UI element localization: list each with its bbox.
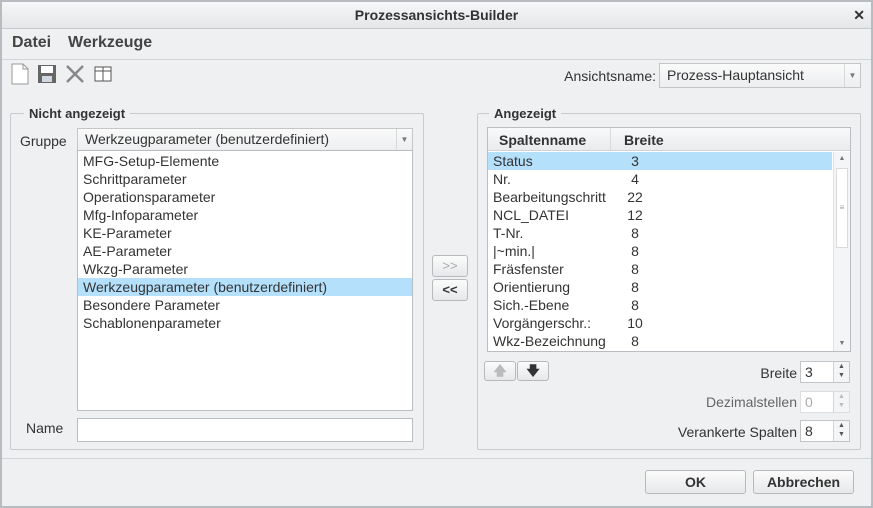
view-name-value: Prozess-Hauptansicht [667,67,804,83]
table-row[interactable]: Sich.-Ebene 8 [488,296,832,314]
spinner-arrows-icon: ▲ ▼ [833,392,849,412]
group-value: Werkzeugparameter (benutzerdefiniert) [85,131,330,147]
column-name: Nr. [493,171,511,187]
anchored-label: Verankerte Spalten [677,424,797,440]
scroll-down-icon[interactable]: ▼ [834,337,850,351]
list-item[interactable]: Mfg-Infoparameter [78,206,412,224]
table-row[interactable]: |~min.| 8 [488,242,832,260]
column-name: Wkz-Bezeichnung [493,333,606,349]
width-value: 3 [805,364,813,380]
list-item[interactable]: Wkzg-Parameter [78,260,412,278]
list-item[interactable]: Schablonenparameter [78,314,412,332]
save-icon[interactable] [37,64,57,84]
move-down-button[interactable]: 🡇 [517,361,549,381]
list-item[interactable]: Schrittparameter [78,170,412,188]
list-item[interactable]: MFG-Setup-Elemente [78,152,412,170]
table-row[interactable]: Vorgängerschr.: 10 [488,314,832,332]
list-item[interactable]: Besondere Parameter [78,296,412,314]
menu-werkzeuge[interactable]: Werkzeuge [68,34,152,52]
column-width: 8 [631,279,639,295]
scroll-up-icon[interactable]: ▲ [834,152,850,166]
table-row[interactable]: Nr. 4 [488,170,832,188]
column-name: Vorgängerschr.: [493,315,592,331]
column-name: Status [493,153,533,169]
anchored-value: 8 [805,423,813,439]
column-name: T-Nr. [493,225,524,241]
width-label: Breite [760,365,797,381]
width-spinner[interactable]: 3 ▲ ▼ [800,361,850,383]
view-name-label: Ansichtsname: [564,68,656,84]
name-label: Name [26,420,64,436]
table-row[interactable]: Fräsfenster 8 [488,260,832,278]
displayed-title: Angezeigt [489,106,562,121]
chevron-down-icon: ▼ [844,64,860,87]
column-width: 4 [631,171,639,187]
list-item[interactable]: Werkzeugparameter (benutzerdefiniert) [78,278,412,296]
table-row[interactable]: T-Nr. 8 [488,224,832,242]
spinner-arrows-icon[interactable]: ▲ ▼ [833,421,849,441]
column-width: 22 [627,189,643,205]
column-width: 8 [631,333,639,349]
column-width: 3 [631,153,639,169]
parameter-group-list[interactable]: MFG-Setup-Elemente Schrittparameter Operat… [77,150,413,411]
displayed-columns-table[interactable]: Spaltenname Breite Status 3 Nr. 4 Bearbeitun… [487,127,851,352]
list-item[interactable]: AE-Parameter [78,242,412,260]
table-row[interactable]: Bearbeitungschritt 22 [488,188,832,206]
view-name-select[interactable]: Prozess-Hauptansicht ▼ [659,63,861,88]
title-bar: Prozessansichts-Builder ✕ [2,2,871,29]
column-width: 8 [631,225,639,241]
close-icon[interactable]: ✕ [853,2,865,29]
column-width: 8 [631,297,639,313]
add-column-button[interactable]: >> [432,255,468,277]
new-file-icon[interactable] [11,63,29,85]
name-input[interactable] [77,418,413,442]
column-name: NCL_DATEI [493,207,569,223]
table-row[interactable]: Orientierung 8 [488,278,832,296]
dialog-window: Prozessansichts-Builder ✕ Datei Werkzeug… [0,0,873,508]
remove-column-button[interactable]: << [432,279,468,301]
divider [2,59,871,60]
delete-icon[interactable] [65,64,85,84]
table-row[interactable]: NCL_DATEI 12 [488,206,832,224]
col-name-header[interactable]: Spaltenname [499,132,586,148]
list-item[interactable]: KE-Parameter [78,224,412,242]
table-row[interactable]: Wkz-Bezeichnung 8 [488,332,832,350]
column-width: 8 [631,261,639,277]
columns-icon[interactable] [94,66,112,82]
column-width: 10 [627,315,643,331]
scroll-thumb[interactable]: ≡ [836,168,848,248]
column-width: 12 [627,207,643,223]
decimals-spinner: 0 ▲ ▼ [800,391,850,413]
ok-button[interactable]: OK [645,470,746,494]
column-width: 8 [631,243,639,259]
not-displayed-title: Nicht angezeigt [24,106,131,121]
column-name: Fräsfenster [493,261,564,277]
column-name: |~min.| [493,243,535,259]
group-select[interactable]: Werkzeugparameter (benutzerdefiniert) ▼ [77,128,413,151]
divider [2,458,871,459]
spinner-arrows-icon[interactable]: ▲ ▼ [833,362,849,382]
table-row[interactable]: Status 3 [488,152,832,170]
divider [610,128,611,150]
menu-datei[interactable]: Datei [12,34,51,52]
dialog-title: Prozessansichts-Builder [354,7,519,23]
scrollbar[interactable]: ▲ ≡ ▼ [833,152,850,351]
column-name: Orientierung [493,279,571,295]
table-header: Spaltenname Breite [488,128,850,151]
cancel-button[interactable]: Abbrechen [753,470,854,494]
chevron-down-icon: ▼ [396,129,412,150]
col-width-header[interactable]: Breite [624,132,664,148]
list-item[interactable]: Operationsparameter [78,188,412,206]
anchored-spinner[interactable]: 8 ▲ ▼ [800,420,850,442]
column-name: Sich.-Ebene [493,297,570,313]
move-up-button[interactable]: 🡅 [484,361,516,381]
column-name: Bearbeitungschritt [493,189,606,205]
group-label: Gruppe [20,133,67,149]
decimals-label: Dezimalstellen [705,394,797,410]
decimals-value: 0 [805,394,813,410]
